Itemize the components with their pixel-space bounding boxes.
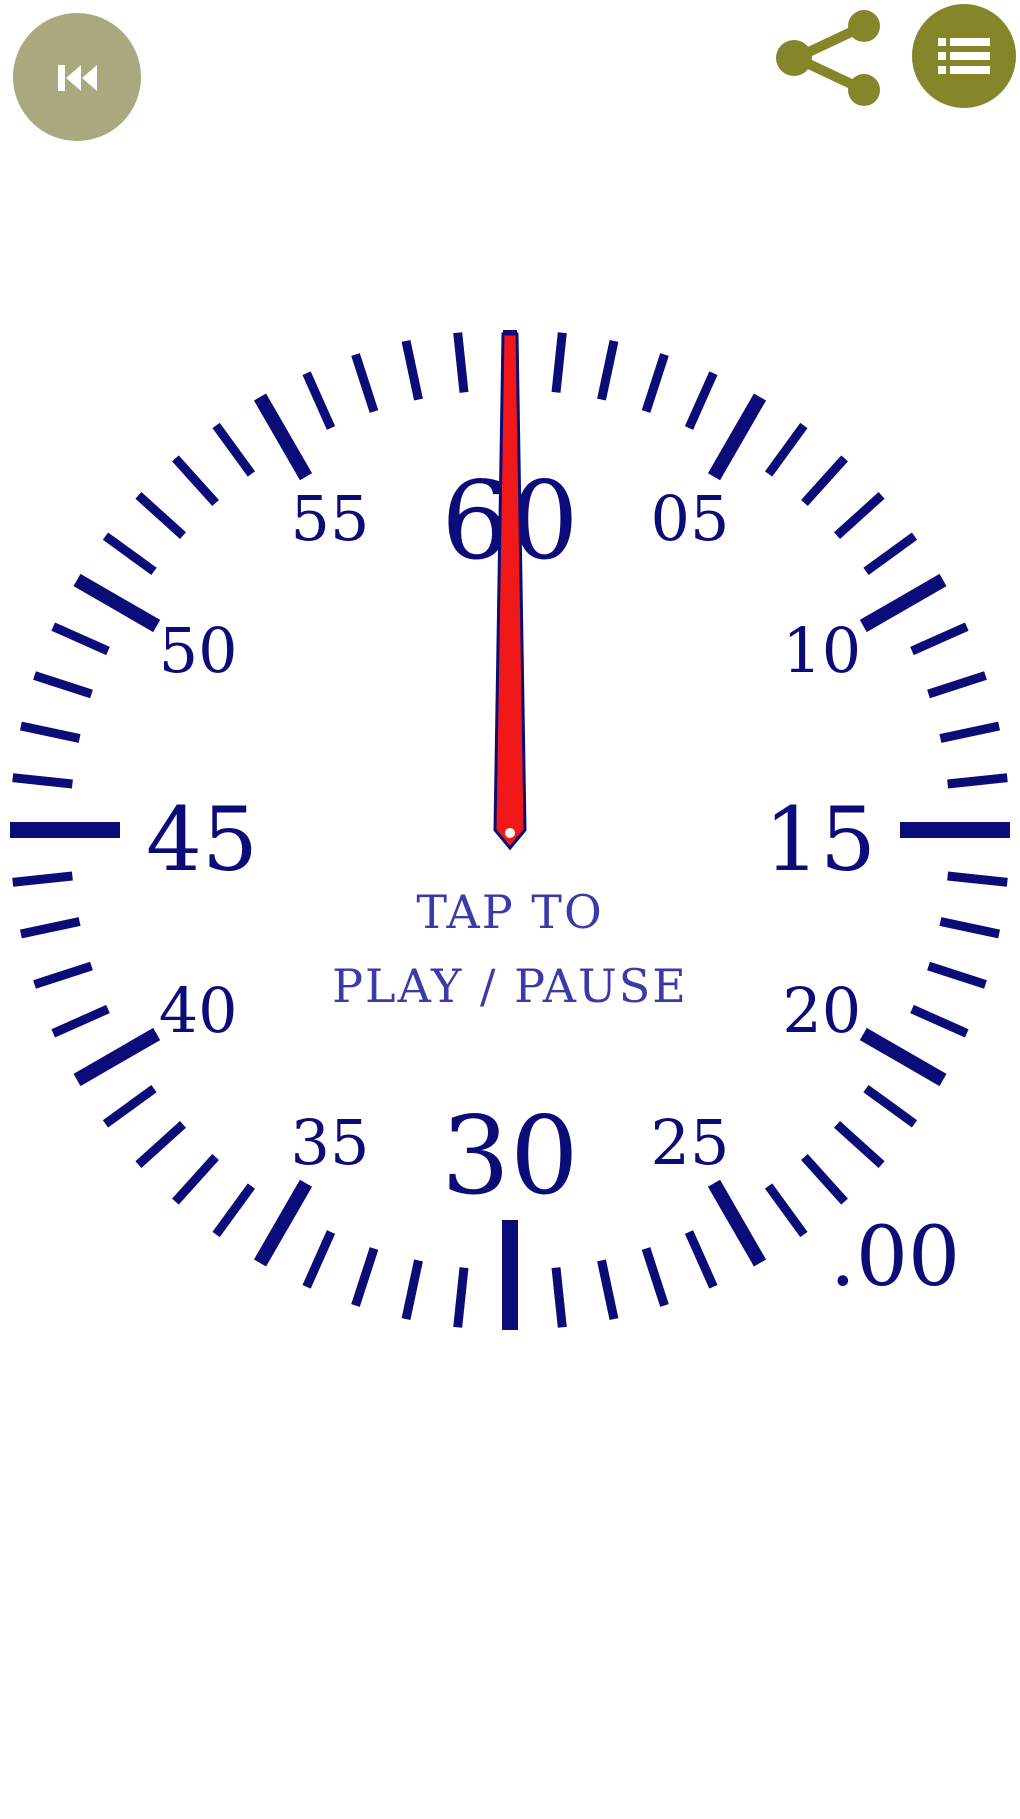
tick-mark (12, 871, 73, 887)
tick-mark (401, 339, 423, 401)
dial-label-05: 05 (651, 482, 730, 555)
tick-mark (551, 1267, 567, 1328)
tick-mark (859, 573, 947, 633)
label-30: 30 (441, 1094, 578, 1219)
tick-mark (684, 371, 718, 430)
label-15: 15 (764, 788, 876, 891)
dial-label-35: 35 (291, 1106, 370, 1179)
tick-mark (453, 332, 469, 393)
tick-mark (927, 961, 987, 989)
tick-mark (19, 917, 81, 939)
tick-mark (927, 671, 987, 699)
tick-mark (910, 622, 969, 656)
dial-label-40: 40 (159, 974, 238, 1047)
second-hand (493, 332, 527, 851)
tick-mark (253, 1179, 313, 1267)
skip-back-icon (13, 13, 141, 141)
tick-mark (910, 1004, 969, 1038)
tick-mark (641, 353, 669, 413)
tick-mark (641, 1247, 669, 1307)
tick-mark (453, 1267, 469, 1328)
tick-mark (597, 339, 619, 401)
tick-mark (302, 1230, 336, 1289)
tick-mark (73, 573, 161, 633)
tick-mark (401, 1259, 423, 1321)
tick-mark (684, 1230, 718, 1289)
tick-mark (51, 622, 110, 656)
tick-mark (212, 1183, 256, 1238)
tick-mark (135, 1121, 187, 1168)
tick-mark (351, 353, 379, 413)
share-icon (776, 10, 880, 106)
tick-mark (172, 1153, 219, 1205)
tick-mark (33, 671, 93, 699)
tick-mark (73, 1027, 161, 1087)
dial-label-20: 20 (782, 974, 861, 1047)
tick-mark (19, 721, 81, 743)
tick-mark (833, 492, 885, 539)
tick-mark (12, 773, 73, 789)
tick-mark (863, 1084, 918, 1128)
dial-label-25: 25 (651, 1106, 730, 1179)
tick-mark (707, 393, 767, 481)
tick-mark (102, 1084, 157, 1128)
dial-label-10: 10 (782, 614, 861, 687)
tick-mark (801, 1153, 848, 1205)
menu-button[interactable] (912, 4, 1016, 108)
hint-line-2: PLAY / PAUSE (332, 959, 688, 1013)
tick-mark (947, 773, 1008, 789)
tick-mark (939, 721, 1001, 743)
tick-mark (33, 961, 93, 989)
tick-mark (51, 1004, 110, 1038)
tick-mark (859, 1027, 947, 1087)
label-45: 45 (146, 788, 258, 891)
tick-mark (863, 532, 918, 576)
stopwatch-dial[interactable]: 60 15 30 45 0510202535405055 TAP TO PLAY… (0, 320, 1020, 1360)
tick-mark (172, 455, 219, 507)
reset-button[interactable] (13, 13, 141, 141)
tick-mark (833, 1121, 885, 1168)
tick-mark (253, 393, 313, 481)
tick-mark (707, 1179, 767, 1267)
tick-mark (939, 917, 1001, 939)
tick-mark (801, 455, 848, 507)
dial-label-55: 55 (291, 482, 370, 555)
tick-mark (212, 422, 256, 477)
share-button[interactable] (770, 8, 886, 108)
tick-mark (351, 1247, 379, 1307)
dial-label-50: 50 (159, 614, 238, 687)
tick-mark (764, 422, 808, 477)
tick-mark (102, 532, 157, 576)
tick-mark (135, 492, 187, 539)
decimal-readout: .00 (830, 1210, 960, 1305)
hint-line-1: TAP TO (416, 885, 603, 939)
tick-mark (764, 1183, 808, 1238)
tick-mark (551, 332, 567, 393)
tick-mark (597, 1259, 619, 1321)
tick-mark (302, 371, 336, 430)
list-menu-icon (912, 4, 1016, 108)
tick-mark (947, 871, 1008, 887)
